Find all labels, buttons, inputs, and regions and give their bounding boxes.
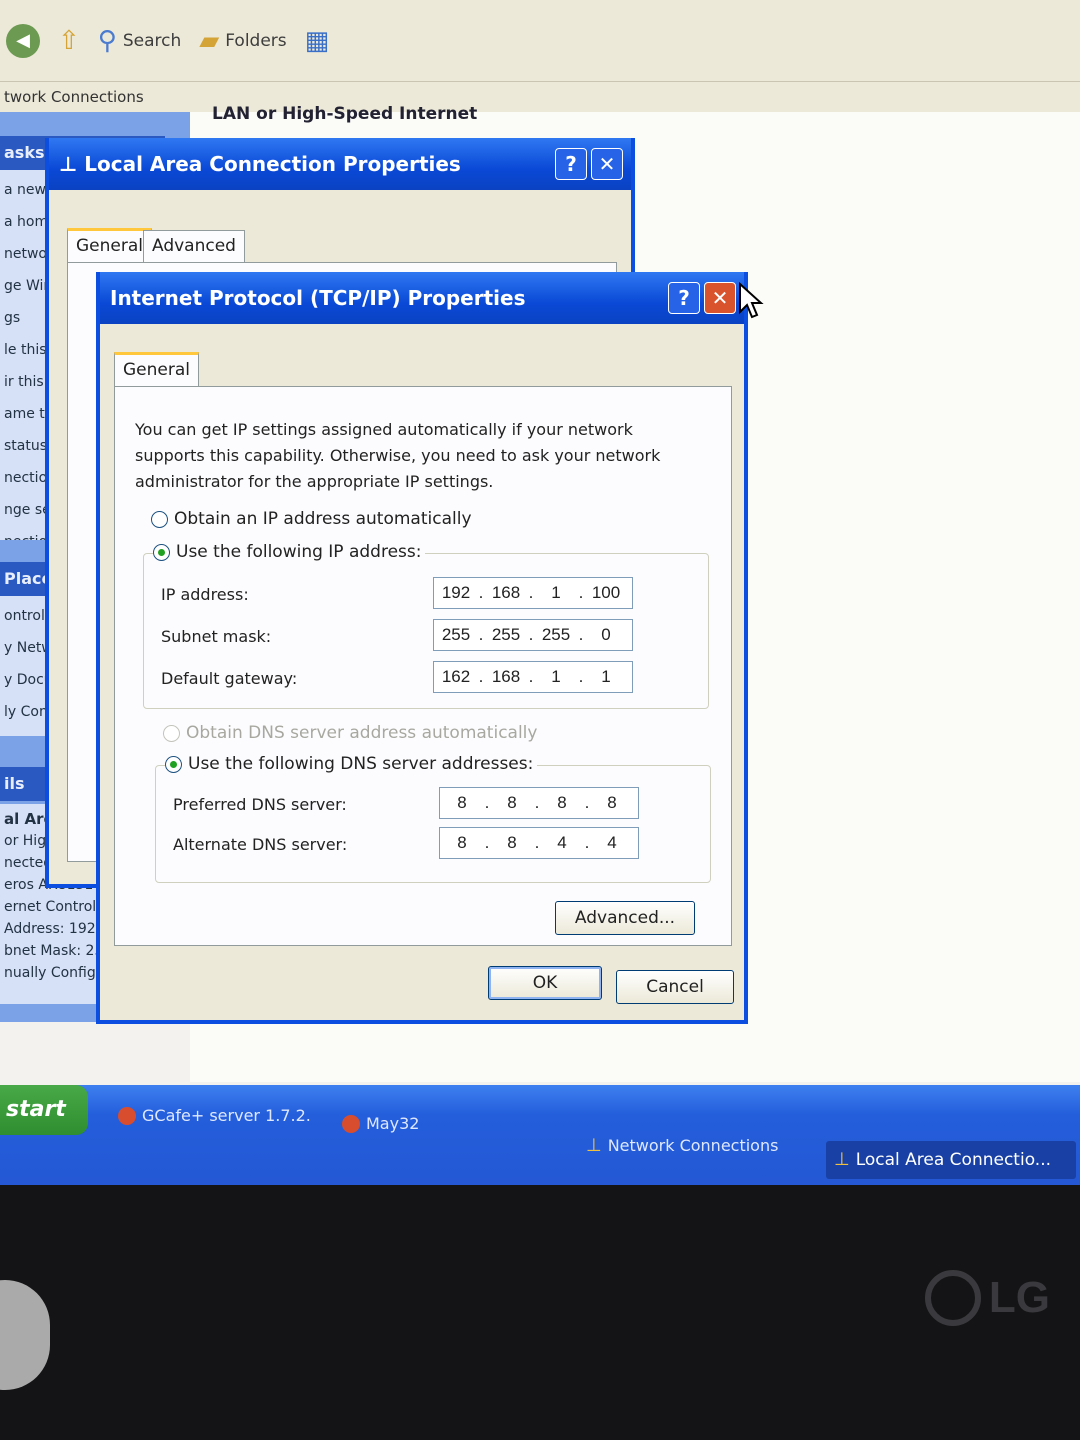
pref-dns-octet: 8 xyxy=(457,793,467,812)
gateway-octet: 1 xyxy=(551,667,561,686)
lac-network-icon: ⊥ xyxy=(59,152,85,176)
pref-dns-octet: 8 xyxy=(507,793,517,812)
taskbar-item-gcafe[interactable]: GCafe+ server 1.7.2... xyxy=(110,1097,310,1135)
up-folder-icon: ⇧ xyxy=(58,25,80,56)
tcpip-properties-window: Internet Protocol (TCP/IP) Properties ? … xyxy=(96,272,748,1024)
tcpip-help-button[interactable]: ? xyxy=(668,282,700,314)
taskbar-item-label: May32 xyxy=(366,1114,420,1133)
radio-on-icon xyxy=(165,755,182,773)
lac-tab-general[interactable]: General xyxy=(67,228,152,262)
alt-dns-octet: 4 xyxy=(607,833,617,852)
pref-dns-octet: 8 xyxy=(557,793,567,812)
alternate-dns-label: Alternate DNS server: xyxy=(173,835,348,854)
subnet-mask-label: Subnet mask: xyxy=(161,627,272,646)
up-folder-button[interactable]: ⇧ xyxy=(58,26,80,56)
screen: ◀ ⇧ ⚲ Search ▰ Folders ▦ twork Connectio… xyxy=(0,0,1080,1185)
alt-dns-octet: 8 xyxy=(507,833,517,852)
start-button[interactable]: start xyxy=(0,1085,88,1135)
gateway-octet: 1 xyxy=(601,667,611,686)
views-button[interactable]: ▦ xyxy=(305,26,330,56)
ip-octet: 192 xyxy=(441,583,471,602)
taskbar-item-local-area-connection[interactable]: ⊥ Local Area Connectio... xyxy=(826,1141,1076,1179)
obtain-dns-auto-label: Obtain DNS server address automatically xyxy=(186,723,538,743)
taskbar-item-may32[interactable]: May32 xyxy=(334,1105,534,1143)
monitor-brand: LG xyxy=(988,1273,1050,1322)
views-icon: ▦ xyxy=(304,25,330,56)
ip-octet: 1 xyxy=(551,583,561,602)
may32-icon xyxy=(342,1115,360,1133)
lac-help-button[interactable]: ? xyxy=(555,148,587,180)
lac-title: Local Area Connection Properties xyxy=(84,152,461,176)
search-label: Search xyxy=(122,30,182,51)
search-icon: ⚲ xyxy=(97,25,117,56)
alt-dns-octet: 4 xyxy=(557,833,567,852)
tcpip-close-button[interactable]: ✕ xyxy=(704,282,736,314)
folders-label: Folders xyxy=(225,30,287,51)
preferred-dns-input[interactable]: 8. 8. 8. 8 xyxy=(439,787,639,819)
taskbar: start GCafe+ server 1.7.2... May32 ⊥ Net… xyxy=(0,1085,1080,1185)
group-heading: LAN or High-Speed Internet xyxy=(212,104,478,124)
alternate-dns-input[interactable]: 8. 8. 4. 4 xyxy=(439,827,639,859)
mask-octet: 255 xyxy=(441,625,471,644)
default-gateway-input[interactable]: 162. 168. 1. 1 xyxy=(433,661,633,693)
obtain-ip-auto-label: Obtain an IP address automatically xyxy=(174,509,472,529)
gcafe-icon xyxy=(118,1107,136,1125)
tcpip-tab-general[interactable]: General xyxy=(114,352,199,386)
taskbar-item-label: Network Connections xyxy=(607,1136,779,1155)
use-following-ip-label: Use the following IP address: xyxy=(176,542,422,562)
pref-dns-octet: 8 xyxy=(607,793,617,812)
taskbar-item-label: GCafe+ server 1.7.2... xyxy=(142,1106,310,1125)
alt-dns-octet: 8 xyxy=(457,833,467,852)
radio-off-icon xyxy=(151,510,168,528)
advanced-button[interactable]: Advanced... xyxy=(555,901,695,935)
folders-button[interactable]: ▰ Folders xyxy=(199,26,286,56)
monitor-bezel: LG xyxy=(0,1185,1080,1440)
lg-logo-icon xyxy=(924,1270,981,1326)
ip-octet: 100 xyxy=(591,583,621,602)
obtain-ip-auto-radio[interactable]: Obtain an IP address automatically xyxy=(151,509,472,529)
use-following-ip-radio[interactable]: Use the following IP address: xyxy=(153,542,426,562)
mask-octet: 255 xyxy=(541,625,571,644)
address-bar[interactable]: twork Connections xyxy=(0,82,1080,112)
explorer-toolbar: ◀ ⇧ ⚲ Search ▰ Folders ▦ xyxy=(0,0,1080,82)
ip-address-input[interactable]: 192. 168. 1. 100 xyxy=(433,577,633,609)
lac-title-bar[interactable]: ⊥ Local Area Connection Properties xyxy=(49,138,631,190)
lac-tab-advanced[interactable]: Advanced xyxy=(143,230,245,262)
mask-octet: 255 xyxy=(491,625,521,644)
tcpip-title: Internet Protocol (TCP/IP) Properties xyxy=(110,286,526,310)
use-following-dns-label: Use the following DNS server addresses: xyxy=(188,754,534,774)
use-following-dns-radio[interactable]: Use the following DNS server addresses: xyxy=(165,754,538,774)
ok-button[interactable]: OK xyxy=(488,966,602,1000)
ip-octet: 168 xyxy=(491,583,521,602)
cancel-button[interactable]: Cancel xyxy=(616,970,734,1004)
gateway-octet: 168 xyxy=(491,667,521,686)
back-icon[interactable]: ◀ xyxy=(6,23,40,58)
ip-address-label: IP address: xyxy=(161,585,249,604)
dns-group xyxy=(155,765,711,883)
taskbar-item-network-connections[interactable]: ⊥ Network Connections xyxy=(578,1127,798,1165)
preferred-dns-label: Preferred DNS server: xyxy=(173,795,347,814)
radio-on-icon xyxy=(153,543,170,561)
obtain-dns-auto-radio[interactable]: Obtain DNS server address automatically xyxy=(163,723,537,743)
tcpip-title-bar[interactable]: Internet Protocol (TCP/IP) Properties xyxy=(100,272,744,324)
gateway-octet: 162 xyxy=(441,667,471,686)
mask-octet: 0 xyxy=(601,625,611,644)
tcpip-tab-panel: You can get IP settings assigned automat… xyxy=(114,386,732,946)
local-area-connection-icon: ⊥ xyxy=(834,1149,850,1170)
search-button[interactable]: ⚲ Search xyxy=(98,26,181,56)
lac-close-button[interactable]: ✕ xyxy=(591,148,623,180)
taskbar-item-label: Local Area Connectio... xyxy=(855,1150,1052,1170)
folders-icon: ▰ xyxy=(199,25,220,56)
network-connections-icon: ⊥ xyxy=(586,1135,602,1156)
radio-disabled-icon xyxy=(163,724,180,742)
intro-text: You can get IP settings assigned automat… xyxy=(135,420,661,491)
subnet-mask-input[interactable]: 255. 255. 255. 0 xyxy=(433,619,633,651)
default-gateway-label: Default gateway: xyxy=(161,669,298,688)
monitor-logo: LG xyxy=(924,1270,1050,1326)
mouse-cursor-icon xyxy=(739,282,764,319)
